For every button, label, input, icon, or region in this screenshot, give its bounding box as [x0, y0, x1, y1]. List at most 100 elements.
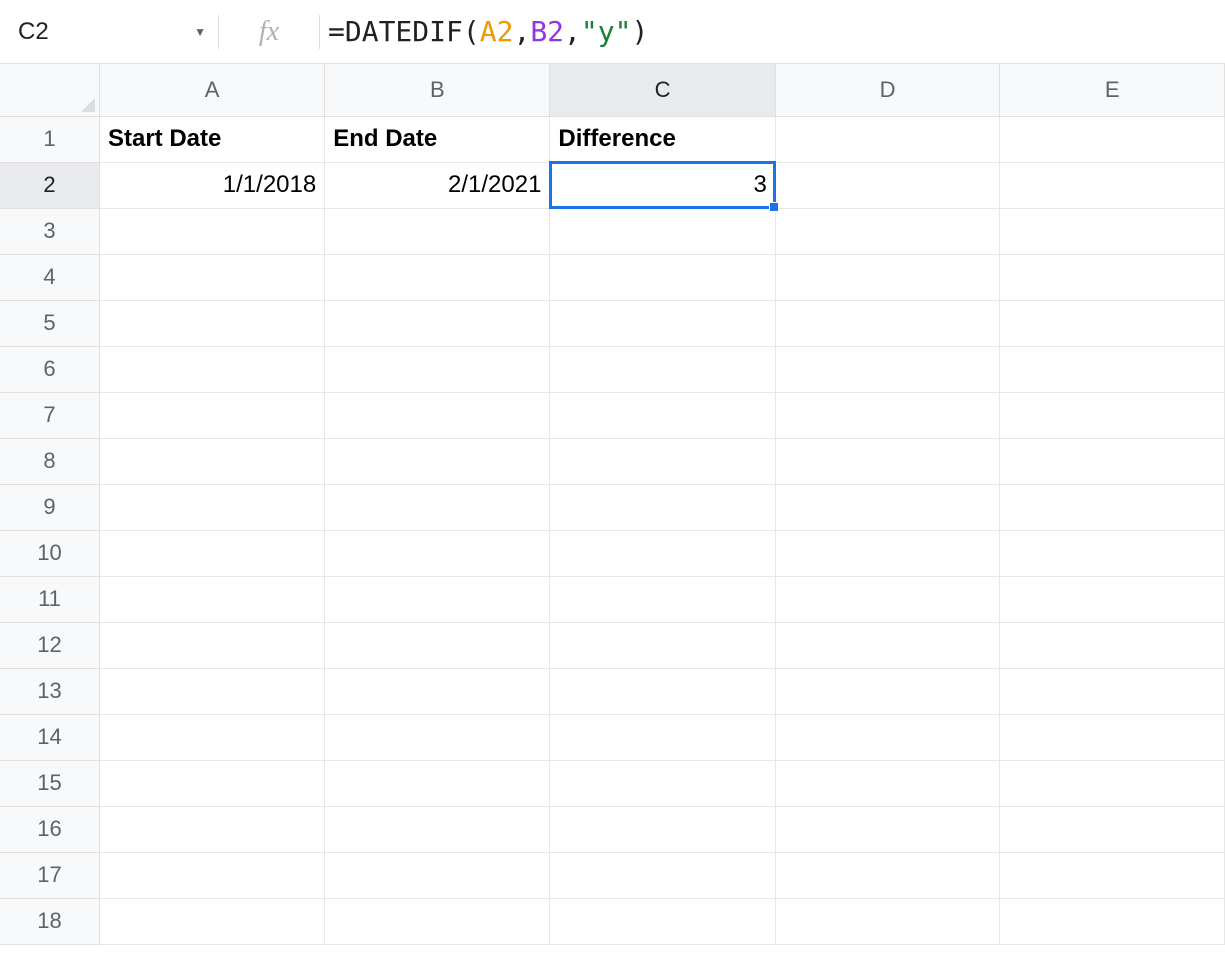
cell-C5[interactable] — [550, 300, 775, 346]
cell-B4[interactable] — [325, 254, 550, 300]
cell-B9[interactable] — [325, 484, 550, 530]
cell-D2[interactable] — [775, 162, 1000, 208]
cell-D17[interactable] — [775, 852, 1000, 898]
cell-C7[interactable] — [550, 392, 775, 438]
cell-E10[interactable] — [1000, 530, 1225, 576]
row-header-11[interactable]: 11 — [0, 576, 99, 622]
cell-B6[interactable] — [325, 346, 550, 392]
cell-E12[interactable] — [1000, 622, 1225, 668]
cell-C11[interactable] — [550, 576, 775, 622]
cell-C14[interactable] — [550, 714, 775, 760]
row-header-8[interactable]: 8 — [0, 438, 99, 484]
cell-A11[interactable] — [99, 576, 324, 622]
select-all-corner[interactable] — [0, 64, 99, 116]
cell-E1[interactable] — [1000, 116, 1225, 162]
row-header-7[interactable]: 7 — [0, 392, 99, 438]
cell-E13[interactable] — [1000, 668, 1225, 714]
cell-B16[interactable] — [325, 806, 550, 852]
cell-B11[interactable] — [325, 576, 550, 622]
row-header-17[interactable]: 17 — [0, 852, 99, 898]
cell-E17[interactable] — [1000, 852, 1225, 898]
cell-B8[interactable] — [325, 438, 550, 484]
cell-E6[interactable] — [1000, 346, 1225, 392]
cell-E16[interactable] — [1000, 806, 1225, 852]
cell-A15[interactable] — [99, 760, 324, 806]
cell-A12[interactable] — [99, 622, 324, 668]
cell-D4[interactable] — [775, 254, 1000, 300]
row-header-14[interactable]: 14 — [0, 714, 99, 760]
cell-A8[interactable] — [99, 438, 324, 484]
col-header-A[interactable]: A — [99, 64, 324, 116]
cell-E9[interactable] — [1000, 484, 1225, 530]
cell-C2[interactable]: 3 — [550, 162, 775, 208]
cell-A13[interactable] — [99, 668, 324, 714]
cell-D13[interactable] — [775, 668, 1000, 714]
cell-D5[interactable] — [775, 300, 1000, 346]
cell-B2[interactable]: 2/1/2021 — [325, 162, 550, 208]
cell-D9[interactable] — [775, 484, 1000, 530]
spreadsheet-grid[interactable]: A B C D E 1 Start Date End Date Differen… — [0, 64, 1225, 945]
cell-B18[interactable] — [325, 898, 550, 944]
cell-E15[interactable] — [1000, 760, 1225, 806]
row-header-13[interactable]: 13 — [0, 668, 99, 714]
row-header-5[interactable]: 5 — [0, 300, 99, 346]
cell-E14[interactable] — [1000, 714, 1225, 760]
cell-B10[interactable] — [325, 530, 550, 576]
col-header-E[interactable]: E — [1000, 64, 1225, 116]
cell-A5[interactable] — [99, 300, 324, 346]
cell-E7[interactable] — [1000, 392, 1225, 438]
cell-D14[interactable] — [775, 714, 1000, 760]
cell-D8[interactable] — [775, 438, 1000, 484]
cell-D18[interactable] — [775, 898, 1000, 944]
row-header-1[interactable]: 1 — [0, 116, 99, 162]
cell-D10[interactable] — [775, 530, 1000, 576]
formula-input[interactable]: =DATEDIF(A2, B2, "y") — [320, 0, 1225, 63]
cell-C6[interactable] — [550, 346, 775, 392]
cell-E8[interactable] — [1000, 438, 1225, 484]
col-header-D[interactable]: D — [775, 64, 1000, 116]
cell-C9[interactable] — [550, 484, 775, 530]
cell-A9[interactable] — [99, 484, 324, 530]
cell-D11[interactable] — [775, 576, 1000, 622]
cell-A6[interactable] — [99, 346, 324, 392]
cell-A14[interactable] — [99, 714, 324, 760]
row-header-15[interactable]: 15 — [0, 760, 99, 806]
cell-A4[interactable] — [99, 254, 324, 300]
cell-E5[interactable] — [1000, 300, 1225, 346]
cell-C8[interactable] — [550, 438, 775, 484]
cell-B17[interactable] — [325, 852, 550, 898]
cell-C17[interactable] — [550, 852, 775, 898]
row-header-10[interactable]: 10 — [0, 530, 99, 576]
cell-A7[interactable] — [99, 392, 324, 438]
row-header-2[interactable]: 2 — [0, 162, 99, 208]
cell-E4[interactable] — [1000, 254, 1225, 300]
cell-C4[interactable] — [550, 254, 775, 300]
cell-D6[interactable] — [775, 346, 1000, 392]
row-header-6[interactable]: 6 — [0, 346, 99, 392]
row-header-4[interactable]: 4 — [0, 254, 99, 300]
cell-E2[interactable] — [1000, 162, 1225, 208]
cell-A2[interactable]: 1/1/2018 — [99, 162, 324, 208]
cell-A1[interactable]: Start Date — [99, 116, 324, 162]
cell-D1[interactable] — [775, 116, 1000, 162]
cell-C3[interactable] — [550, 208, 775, 254]
cell-A18[interactable] — [99, 898, 324, 944]
cell-C15[interactable] — [550, 760, 775, 806]
cell-B1[interactable]: End Date — [325, 116, 550, 162]
cell-D7[interactable] — [775, 392, 1000, 438]
row-header-18[interactable]: 18 — [0, 898, 99, 944]
cell-D12[interactable] — [775, 622, 1000, 668]
cell-A17[interactable] — [99, 852, 324, 898]
cell-A10[interactable] — [99, 530, 324, 576]
col-header-B[interactable]: B — [325, 64, 550, 116]
name-box[interactable]: C2 ▼ — [0, 0, 218, 63]
chevron-down-icon[interactable]: ▼ — [194, 25, 206, 39]
cell-B13[interactable] — [325, 668, 550, 714]
row-header-9[interactable]: 9 — [0, 484, 99, 530]
cell-E18[interactable] — [1000, 898, 1225, 944]
cell-A3[interactable] — [99, 208, 324, 254]
row-header-3[interactable]: 3 — [0, 208, 99, 254]
cell-B15[interactable] — [325, 760, 550, 806]
cell-A16[interactable] — [99, 806, 324, 852]
cell-B7[interactable] — [325, 392, 550, 438]
